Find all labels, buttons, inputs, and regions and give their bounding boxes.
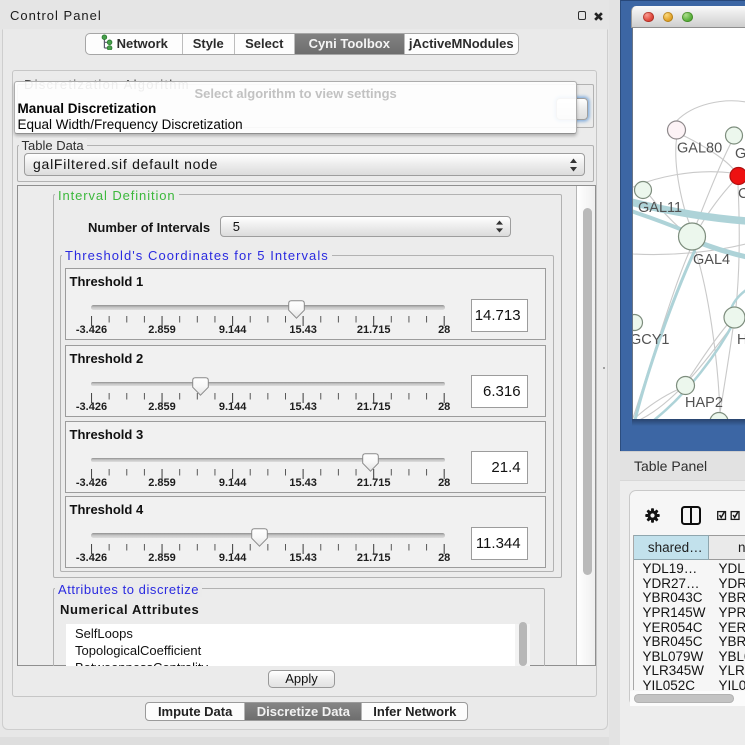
- svg-text:H: H: [737, 332, 745, 348]
- svg-text:HAP2: HAP2: [685, 395, 723, 411]
- svg-text:GAL80: GAL80: [677, 140, 722, 156]
- svg-text:GA: GA: [735, 146, 745, 162]
- svg-text:GAL4: GAL4: [693, 252, 730, 268]
- svg-text:C: C: [738, 186, 745, 202]
- svg-text:GAL11: GAL11: [638, 200, 682, 216]
- svg-text:GCY1: GCY1: [633, 332, 670, 348]
